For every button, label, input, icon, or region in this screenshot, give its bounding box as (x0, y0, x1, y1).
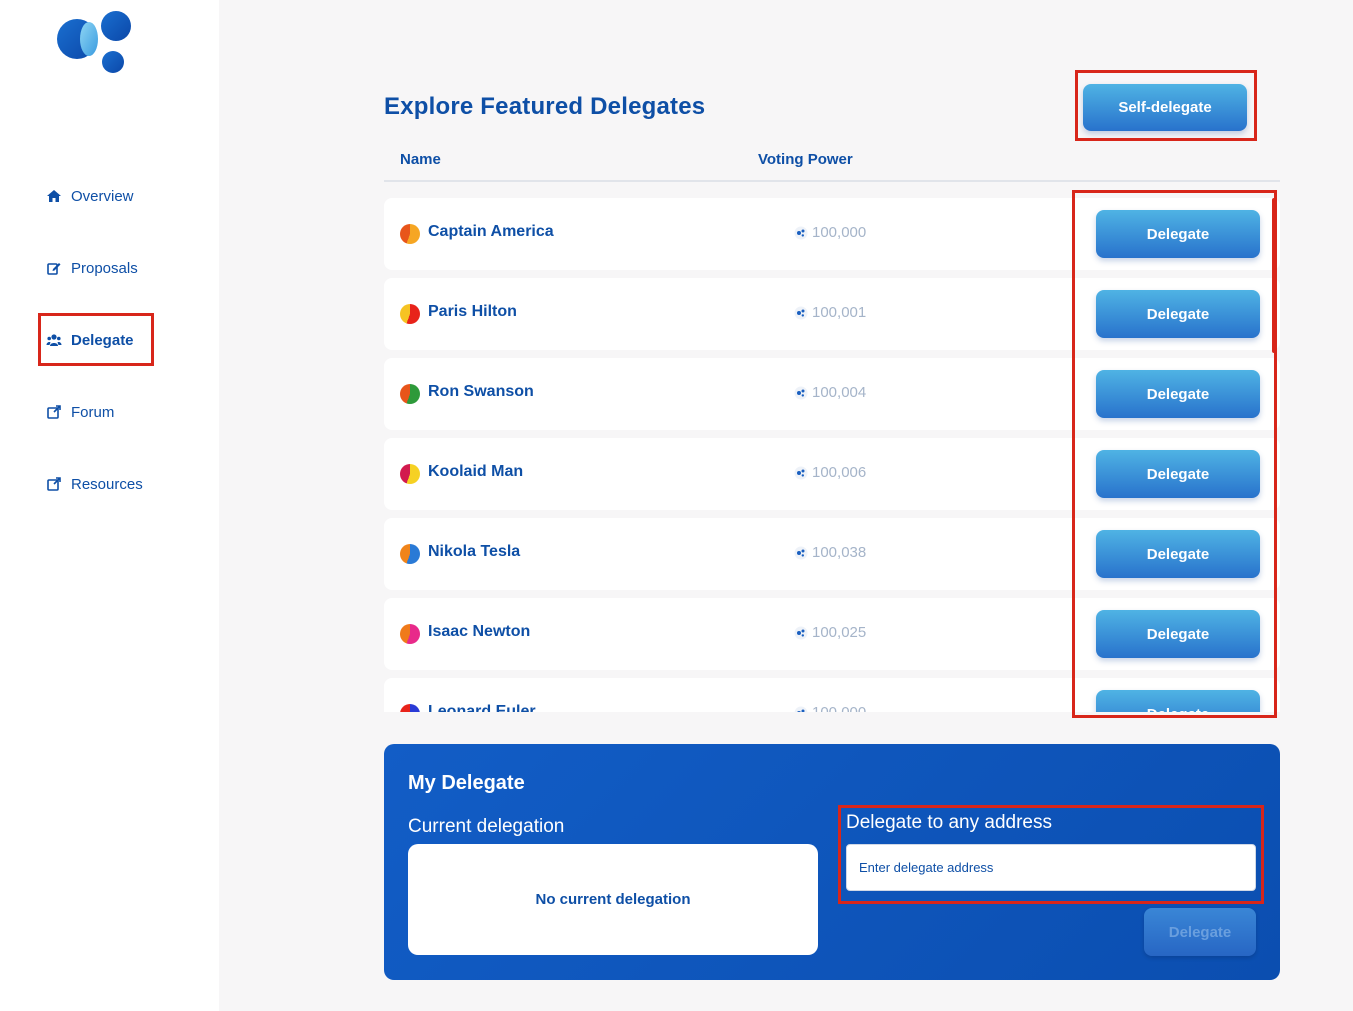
delegate-row: Captain America 100,000 Delegate (384, 198, 1280, 270)
voting-power-value: 100,000 (812, 704, 866, 712)
delegate-button[interactable]: Delegate (1096, 690, 1260, 712)
token-icon (794, 546, 808, 560)
delegate-any-address-label: Delegate to any address (846, 812, 1052, 833)
voting-power-value: 100,038 (812, 544, 867, 561)
sidebar-item-overview[interactable]: Overview (46, 184, 134, 208)
voting-power: 100,025 (794, 624, 866, 641)
voting-power-value: 100,006 (812, 464, 867, 481)
app-logo[interactable] (56, 10, 132, 74)
sidebar-item-label: Overview (71, 187, 134, 205)
delegate-name[interactable]: Koolaid Man (428, 463, 523, 481)
delegate-button[interactable]: Delegate (1096, 370, 1260, 418)
delegate-button[interactable]: Delegate (1096, 610, 1260, 658)
current-delegation-box: No current delegation (408, 844, 818, 955)
my-delegate-panel: My Delegate Current delegation No curren… (384, 744, 1280, 980)
delegate-button[interactable]: Delegate (1096, 290, 1260, 338)
column-header-name: Name (400, 151, 441, 168)
delegate-name[interactable]: Nikola Tesla (428, 543, 520, 561)
token-icon (794, 226, 808, 240)
list-scrollbar[interactable] (1272, 198, 1276, 353)
token-icon (794, 626, 808, 640)
external-link-icon (46, 476, 62, 492)
avatar (400, 704, 420, 712)
avatar (400, 304, 420, 324)
sidebar-item-delegate[interactable]: Delegate (46, 328, 134, 352)
voting-power: 100,006 (794, 464, 866, 481)
avatar (400, 464, 420, 484)
delegate-address-button[interactable]: Delegate (1144, 908, 1256, 956)
delegate-row: Nikola Tesla 100,038 Delegate (384, 518, 1280, 590)
token-icon (794, 386, 808, 400)
voting-power-value: 100,004 (812, 384, 867, 401)
token-icon (794, 706, 808, 712)
voting-power: 100,004 (794, 384, 866, 401)
avatar (400, 384, 420, 404)
sidebar-item-label: Delegate (71, 331, 134, 349)
users-icon (46, 332, 62, 348)
sidebar-item-label: Resources (71, 475, 143, 493)
delegate-row: Leonard Euler 100,000 Delegate (384, 678, 1280, 712)
external-link-icon (46, 404, 62, 420)
edit-icon (46, 260, 62, 276)
delegate-button[interactable]: Delegate (1096, 210, 1260, 258)
delegate-name[interactable]: Leonard Euler (428, 703, 536, 712)
delegate-button[interactable]: Delegate (1096, 450, 1260, 498)
token-icon (794, 306, 808, 320)
avatar (400, 544, 420, 564)
delegate-name[interactable]: Captain America (428, 223, 554, 241)
column-header-voting-power: Voting Power (758, 151, 853, 168)
delegate-address-input[interactable] (846, 844, 1256, 891)
delegate-name[interactable]: Paris Hilton (428, 303, 517, 321)
delegate-button[interactable]: Delegate (1096, 530, 1260, 578)
voting-power-value: 100,025 (812, 624, 867, 641)
sidebar-item-label: Proposals (71, 259, 138, 277)
voting-power: 100,000 (794, 704, 866, 712)
self-delegate-button[interactable]: Self-delegate (1083, 84, 1247, 131)
header-divider (384, 180, 1280, 182)
current-delegation-value: No current delegation (535, 891, 691, 908)
page-title: Explore Featured Delegates (384, 93, 706, 120)
delegate-name[interactable]: Ron Swanson (428, 383, 534, 401)
home-icon (46, 188, 62, 204)
delegate-row: Ron Swanson 100,004 Delegate (384, 358, 1280, 430)
my-delegate-title: My Delegate (408, 772, 525, 794)
current-delegation-label: Current delegation (408, 816, 565, 837)
token-icon (794, 466, 808, 480)
voting-power: 100,000 (794, 224, 866, 241)
voting-power: 100,001 (794, 304, 866, 321)
delegate-list-content: Captain America 100,000 Delegate Paris Hilt… (384, 198, 1280, 712)
sidebar-item-resources[interactable]: Resources (46, 472, 143, 496)
delegate-name[interactable]: Isaac Newton (428, 623, 530, 641)
avatar (400, 224, 420, 244)
voting-power: 100,038 (794, 544, 866, 561)
delegate-row: Koolaid Man 100,006 Delegate (384, 438, 1280, 510)
delegate-row: Paris Hilton 100,001 Delegate (384, 278, 1280, 350)
delegate-row: Isaac Newton 100,025 Delegate (384, 598, 1280, 670)
voting-power-value: 100,001 (812, 304, 867, 321)
delegate-list[interactable]: Captain America 100,000 Delegate Paris Hilt… (384, 198, 1280, 712)
sidebar-item-forum[interactable]: Forum (46, 400, 114, 424)
voting-power-value: 100,000 (812, 224, 867, 241)
sidebar-item-proposals[interactable]: Proposals (46, 256, 138, 280)
sidebar: Overview Proposals Delegate Forum Resour… (0, 0, 219, 1011)
sidebar-item-label: Forum (71, 403, 115, 421)
avatar (400, 624, 420, 644)
